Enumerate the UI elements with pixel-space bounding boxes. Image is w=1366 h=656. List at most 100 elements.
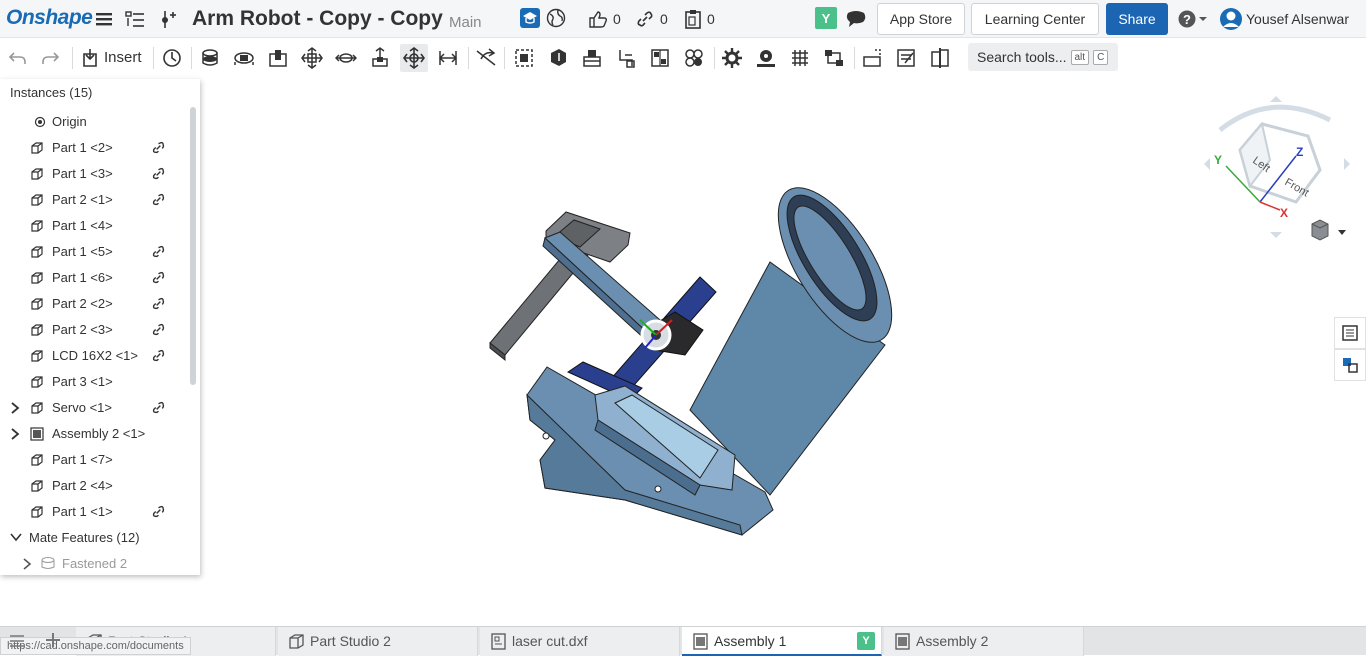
- redo-icon[interactable]: [37, 44, 65, 72]
- instances-title[interactable]: Instances (15): [10, 85, 92, 100]
- user-presence-badge[interactable]: Y: [815, 7, 837, 29]
- document-tab[interactable]: Assembly 2: [884, 627, 1084, 656]
- ball-mate-icon[interactable]: [400, 44, 428, 72]
- tangent-mate-icon[interactable]: [472, 44, 500, 72]
- revolute-mate-icon[interactable]: [230, 44, 258, 72]
- comment-icon[interactable]: [845, 9, 867, 29]
- link-icon[interactable]: [152, 323, 165, 336]
- tab-label: Part Studio 2: [310, 633, 391, 649]
- hamburger-menu-icon[interactable]: [93, 9, 115, 29]
- user-name[interactable]: Yousef Alsenwar: [1246, 11, 1349, 27]
- instance-row[interactable]: Part 2 <2>: [0, 291, 188, 317]
- pattern-icon[interactable]: [680, 44, 708, 72]
- mate-connector-icon[interactable]: [510, 44, 538, 72]
- avatar[interactable]: [1219, 7, 1243, 31]
- mate-features-header[interactable]: Mate Features (12): [0, 525, 188, 551]
- gear-mate-icon[interactable]: [718, 44, 746, 72]
- chevron-down-icon[interactable]: [10, 532, 22, 542]
- chevron-right-icon[interactable]: [10, 402, 20, 414]
- pin-slot-mate-icon[interactable]: [366, 44, 394, 72]
- link-icon[interactable]: [152, 349, 165, 362]
- explode-view-icon[interactable]: [646, 44, 674, 72]
- panel-scrollbar[interactable]: [190, 107, 196, 385]
- appearance-panel-icon[interactable]: [1334, 317, 1366, 349]
- instance-row[interactable]: Part 1 <1>: [0, 499, 188, 525]
- link-icon[interactable]: [152, 505, 165, 518]
- clipboard-icon[interactable]: [682, 9, 704, 29]
- instance-row[interactable]: Part 2 <1>: [0, 187, 188, 213]
- mass-properties-icon[interactable]: [892, 44, 920, 72]
- link-icon[interactable]: [634, 9, 656, 29]
- instance-row[interactable]: Origin: [0, 109, 188, 135]
- section-view-icon[interactable]: [926, 44, 954, 72]
- share-button[interactable]: Share: [1106, 3, 1168, 35]
- instance-row[interactable]: Part 1 <4>: [0, 213, 188, 239]
- instance-row[interactable]: LCD 16X2 <1>: [0, 343, 188, 369]
- graduation-cap-icon[interactable]: [519, 8, 541, 28]
- globe-icon[interactable]: [545, 8, 567, 28]
- cylindrical-mate-icon[interactable]: [332, 44, 360, 72]
- branch-name[interactable]: Main: [449, 14, 482, 31]
- instance-row[interactable]: Servo <1>: [0, 395, 188, 421]
- onshape-logo[interactable]: Onshape: [6, 6, 93, 30]
- part-icon: [31, 246, 43, 258]
- chevron-right-icon[interactable]: [22, 558, 32, 570]
- screw-relation-icon[interactable]: [786, 44, 814, 72]
- instance-row[interactable]: Part 1 <5>: [0, 239, 188, 265]
- link-icon[interactable]: [152, 401, 165, 414]
- replicate-icon[interactable]: [158, 44, 186, 72]
- document-title[interactable]: Arm Robot - Copy - Copy: [192, 7, 443, 31]
- link-icon[interactable]: [152, 141, 165, 154]
- instance-row[interactable]: Assembly 2 <1>: [0, 421, 188, 447]
- planar-mate-icon[interactable]: [298, 44, 326, 72]
- measure-icon[interactable]: [858, 44, 886, 72]
- view-options-cube-icon[interactable]: [1311, 219, 1346, 241]
- instance-label: Part 2 <2>: [52, 296, 113, 311]
- insert-button[interactable]: Insert: [104, 49, 142, 66]
- link-icon[interactable]: [152, 167, 165, 180]
- user-presence-badge[interactable]: Y: [857, 632, 875, 650]
- gear-relation-icon[interactable]: [612, 44, 640, 72]
- link-icon[interactable]: [152, 271, 165, 284]
- view-cube[interactable]: Left Front Z Y X: [1200, 90, 1356, 250]
- thumbs-up-icon[interactable]: [587, 9, 609, 29]
- assembly-model[interactable]: [200, 79, 1366, 625]
- document-tab-bar: Part Studio 1Part Studio 2laser cut.dxfA…: [0, 626, 1366, 656]
- fastened-mate-icon[interactable]: [196, 44, 224, 72]
- slider-mate-icon[interactable]: [264, 44, 292, 72]
- add-tab-icon[interactable]: [44, 631, 62, 654]
- tab-label: Assembly 1: [714, 633, 787, 649]
- search-tools-input[interactable]: Search tools... alt C: [968, 43, 1118, 71]
- link-icon[interactable]: [152, 297, 165, 310]
- configurations-panel-icon[interactable]: [1334, 349, 1366, 381]
- document-tab[interactable]: Part Studio 2: [278, 627, 478, 656]
- tab-list-icon[interactable]: [8, 632, 26, 655]
- insert-feature-icon[interactable]: [156, 9, 178, 29]
- linear-relation-icon[interactable]: [820, 44, 848, 72]
- chevron-right-icon[interactable]: [10, 428, 20, 440]
- insert-icon[interactable]: [76, 44, 104, 72]
- learning-center-button[interactable]: Learning Center: [971, 3, 1099, 35]
- app-store-button[interactable]: App Store: [877, 3, 965, 35]
- relation-icon[interactable]: [578, 44, 606, 72]
- group-icon[interactable]: [544, 44, 572, 72]
- instance-row[interactable]: Part 2 <4>: [0, 473, 188, 499]
- help-icon[interactable]: ?: [1176, 9, 1210, 29]
- rack-pinion-icon[interactable]: [752, 44, 780, 72]
- parallel-mate-icon[interactable]: [434, 44, 462, 72]
- document-tab[interactable]: Assembly 1 Y: [682, 627, 882, 656]
- undo-icon[interactable]: [3, 44, 31, 72]
- instance-row[interactable]: Part 1 <2>: [0, 135, 188, 161]
- instance-row[interactable]: Part 1 <3>: [0, 161, 188, 187]
- instance-label: Part 2 <3>: [52, 322, 113, 337]
- document-tab[interactable]: laser cut.dxf: [480, 627, 680, 656]
- instance-row[interactable]: Part 2 <3>: [0, 317, 188, 343]
- instance-row[interactable]: Part 1 <6>: [0, 265, 188, 291]
- instance-row[interactable]: Part 1 <7>: [0, 447, 188, 473]
- link-icon[interactable]: [152, 245, 165, 258]
- instance-row[interactable]: Part 3 <1>: [0, 369, 188, 395]
- feature-list-icon[interactable]: [124, 9, 146, 29]
- graphics-viewport[interactable]: [200, 79, 1366, 625]
- link-icon[interactable]: [152, 193, 165, 206]
- mate-feature-item[interactable]: Fastened 2: [0, 551, 188, 575]
